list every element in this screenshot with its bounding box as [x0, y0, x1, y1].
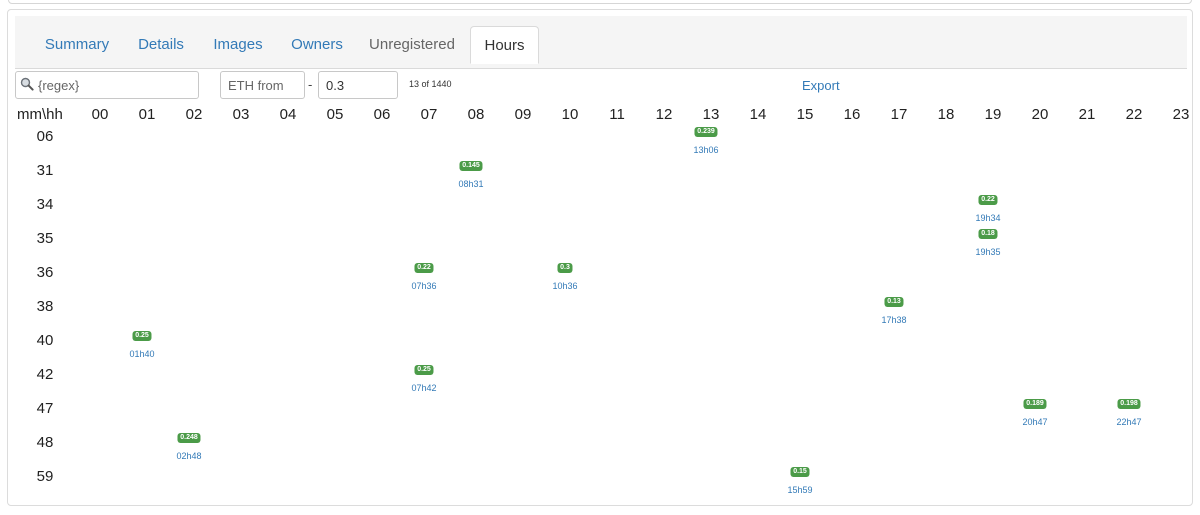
eth-value-badge: 0.25	[132, 331, 152, 341]
hour-entry-08h31: 0.145 08h31	[458, 161, 484, 189]
hour-entry-17h38: 0.13 17h38	[881, 297, 907, 325]
hour-header-16: 16	[843, 106, 861, 123]
eth-value-badge: 0.15	[790, 467, 810, 477]
time-link[interactable]: 08h31	[458, 179, 483, 189]
time-link[interactable]: 13h06	[693, 145, 718, 155]
hour-header-18: 18	[937, 106, 955, 123]
tab-unregistered[interactable]: Unregistered	[357, 26, 467, 63]
magnifier-icon	[20, 77, 34, 91]
minute-row-label-31: 31	[36, 162, 54, 179]
grid-corner-label: mm\hh	[17, 106, 63, 123]
eth-value-badge: 0.198	[1117, 399, 1141, 409]
time-link[interactable]: 01h40	[129, 349, 154, 359]
eth-to-input[interactable]	[318, 71, 398, 99]
hour-header-11: 11	[609, 106, 625, 123]
minute-row-label-48: 48	[36, 434, 54, 451]
hour-header-01: 01	[138, 106, 156, 123]
hour-header-15: 15	[796, 106, 814, 123]
hour-entry-07h42: 0.25 07h42	[411, 365, 437, 393]
hour-entry-10h36: 0.3 10h36	[552, 263, 578, 291]
eth-from-input[interactable]	[220, 71, 305, 99]
hour-header-14: 14	[749, 106, 767, 123]
hour-header-13: 13	[702, 106, 720, 123]
minute-row-label-40: 40	[36, 332, 54, 349]
hour-entry-15h59: 0.15 15h59	[787, 467, 813, 495]
hour-entry-22h47: 0.198 22h47	[1116, 399, 1142, 427]
minute-row-label-42: 42	[36, 366, 54, 383]
time-link[interactable]: 10h36	[552, 281, 577, 291]
range-separator: -	[308, 77, 313, 92]
hour-entry-01h40: 0.25 01h40	[129, 331, 155, 359]
tab-images[interactable]: Images	[201, 26, 275, 63]
minute-row-label-59: 59	[36, 468, 54, 485]
hour-header-23: 23	[1172, 106, 1190, 123]
hour-header-06: 06	[373, 106, 391, 123]
eth-value-badge: 0.248	[177, 433, 201, 443]
time-link[interactable]: 07h36	[411, 281, 436, 291]
time-link[interactable]: 07h42	[411, 383, 436, 393]
hour-header-12: 12	[655, 106, 673, 123]
time-link[interactable]: 22h47	[1116, 417, 1141, 427]
eth-value-badge: 0.145	[459, 161, 483, 171]
tab-bar: Summary Details Images Owners Unregister…	[15, 16, 1187, 69]
eth-value-badge: 0.239	[694, 127, 718, 137]
regex-search-input[interactable]	[15, 71, 199, 99]
minute-row-label-34: 34	[36, 196, 54, 213]
tab-summary[interactable]: Summary	[33, 26, 121, 63]
hour-header-03: 03	[232, 106, 250, 123]
time-link[interactable]: 02h48	[176, 451, 201, 461]
eth-value-badge: 0.22	[978, 195, 998, 205]
hour-header-09: 09	[514, 106, 532, 123]
result-count: 13 of 1440	[409, 79, 452, 89]
tab-details[interactable]: Details	[125, 26, 197, 63]
minute-row-label-35: 35	[36, 230, 54, 247]
hour-header-04: 04	[279, 106, 297, 123]
hour-header-10: 10	[561, 106, 579, 123]
minute-row-label-36: 36	[36, 264, 54, 281]
hour-header-00: 00	[91, 106, 109, 123]
eth-value-badge: 0.3	[557, 263, 573, 273]
hour-header-17: 17	[890, 106, 908, 123]
hour-entry-13h06: 0.239 13h06	[693, 127, 719, 155]
hour-entry-20h47: 0.189 20h47	[1022, 399, 1048, 427]
eth-value-badge: 0.13	[884, 297, 904, 307]
hour-header-07: 07	[420, 106, 438, 123]
hour-header-02: 02	[185, 106, 203, 123]
export-link[interactable]: Export	[802, 78, 840, 93]
eth-value-badge: 0.18	[978, 229, 998, 239]
eth-value-badge: 0.25	[414, 365, 434, 375]
time-link[interactable]: 19h35	[975, 247, 1000, 257]
hour-entry-02h48: 0.248 02h48	[176, 433, 202, 461]
minute-row-label-38: 38	[36, 298, 54, 315]
minute-row-label-47: 47	[36, 400, 54, 417]
hour-entry-19h34: 0.22 19h34	[975, 195, 1001, 223]
time-link[interactable]: 15h59	[787, 485, 812, 495]
hour-entry-19h35: 0.18 19h35	[975, 229, 1001, 257]
time-link[interactable]: 17h38	[881, 315, 906, 325]
hour-header-08: 08	[467, 106, 485, 123]
eth-value-badge: 0.189	[1023, 399, 1047, 409]
minute-row-label-06: 06	[36, 128, 54, 145]
hour-entry-07h36: 0.22 07h36	[411, 263, 437, 291]
hour-header-19: 19	[984, 106, 1002, 123]
hour-header-21: 21	[1078, 106, 1096, 123]
time-link[interactable]: 20h47	[1022, 417, 1047, 427]
hours-panel: Summary Details Images Owners Unregister…	[7, 9, 1193, 506]
tab-hours[interactable]: Hours	[470, 26, 539, 64]
hour-header-20: 20	[1031, 106, 1049, 123]
previous-panel-edge	[8, 0, 1192, 4]
hour-header-05: 05	[326, 106, 344, 123]
time-link[interactable]: 19h34	[975, 213, 1000, 223]
eth-value-badge: 0.22	[414, 263, 434, 273]
tab-owners[interactable]: Owners	[279, 26, 355, 63]
hour-header-22: 22	[1125, 106, 1143, 123]
